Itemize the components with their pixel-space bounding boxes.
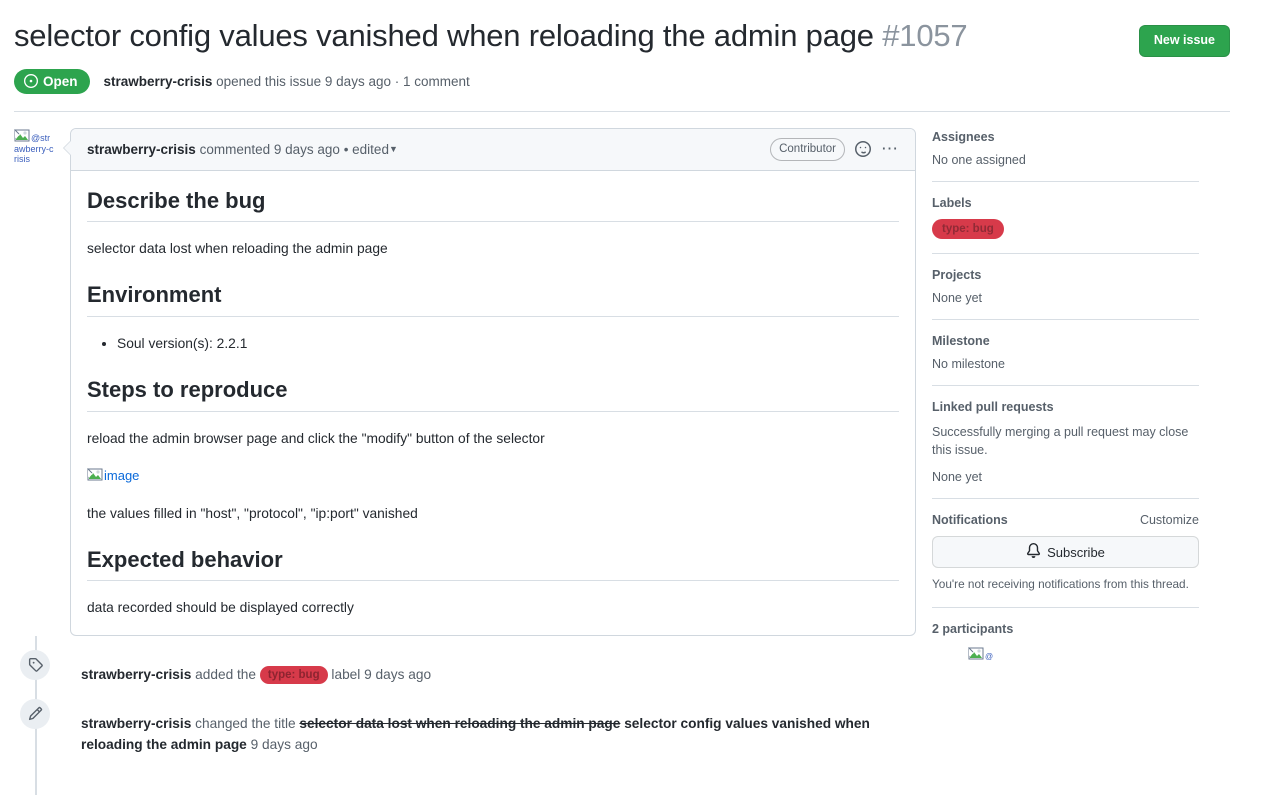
broken-image-glyph <box>968 646 984 662</box>
sidebar-heading-label: Milestone <box>932 333 990 348</box>
timeline-action-text: changed the title <box>195 715 296 731</box>
sidebar-heading-assignees[interactable]: Assignees <box>932 130 1199 144</box>
sidebar-heading-projects[interactable]: Projects <box>932 268 1199 282</box>
participant-avatar[interactable]: @p <box>968 646 994 672</box>
comment-body: Describe the bug selector data lost when… <box>71 171 915 635</box>
timeline-action-suffix: label 9 days ago <box>331 666 432 682</box>
issue-page: selector config values vanished when rel… <box>0 0 1283 798</box>
new-issue-button[interactable]: New issue <box>1138 25 1230 57</box>
sidebar-label-chip[interactable]: type: bug <box>932 218 1004 239</box>
status-badge: Open <box>14 68 90 94</box>
chevron-down-icon[interactable]: ▼ <box>389 144 398 154</box>
kebab-menu-icon[interactable]: ⋯ <box>881 140 899 157</box>
linked-prs-value: None yet <box>932 470 983 484</box>
sidebar-heading-linked-prs[interactable]: Linked pull requests <box>932 400 1199 414</box>
participants-count: 2 participants <box>932 622 1014 637</box>
sidebar-section-milestone: Milestone No milestone <box>932 334 1199 386</box>
issue-number: #1057 <box>882 18 968 53</box>
broken-image-icon: @strawberry-crisis <box>14 128 54 164</box>
page-title: selector config values vanished when rel… <box>14 16 968 56</box>
section-text-describe-the-bug: selector data lost when reloading the ad… <box>87 241 388 256</box>
broken-image-glyph <box>87 467 103 483</box>
comment-header-left: strawberry-crisis commented 9 days ago •… <box>87 142 398 157</box>
section-heading-steps-to-reproduce: Steps to reproduce <box>87 376 899 412</box>
section-text-expected-behavior: data recorded should be displayed correc… <box>87 600 354 616</box>
participant-avatar-list: @p <box>932 646 1199 672</box>
timeline-event-labeled: strawberry-crisis added the type: bug la… <box>20 636 916 685</box>
pencil-icon <box>20 698 50 729</box>
comment-block: @strawberry-crisis strawberry-crisis com… <box>14 127 916 636</box>
sidebar-heading-notifications: Notifications Customize <box>932 513 1199 527</box>
linked-prs-note: Successfully merging a pull request may … <box>932 424 1189 458</box>
broken-image-glyph <box>14 128 30 144</box>
title-row: selector config values vanished when rel… <box>14 16 1230 57</box>
section-text-steps-to-reproduce-2: the values filled in "host", "protocol",… <box>87 505 418 521</box>
smiley-icon[interactable] <box>855 141 871 157</box>
timeline-actor[interactable]: strawberry-crisis <box>81 667 191 682</box>
sidebar-heading-milestone[interactable]: Milestone <box>932 334 1199 348</box>
issue-meta-row: Open strawberry-crisis opened this issue… <box>14 68 1230 111</box>
environment-list: Soul version(s): 2.2.1 <box>87 333 899 354</box>
sidebar-heading-label: Projects <box>932 267 982 282</box>
issue-opened-text: opened this issue 9 days ago <box>216 73 391 89</box>
comment-edited-label[interactable]: • edited <box>344 142 389 157</box>
timeline-event-renamed: strawberry-crisis changed the title sele… <box>20 685 916 755</box>
timeline-event-text: strawberry-crisis added the type: bug la… <box>81 652 431 685</box>
sidebar-heading-label: Assignees <box>932 129 995 144</box>
comment-header-right: Contributor ⋯ <box>770 137 899 161</box>
timeline-action-text: added the <box>195 666 257 682</box>
broken-image-alt-text: image <box>104 468 140 484</box>
assignees-value: No one assigned <box>932 152 1026 167</box>
status-badge-label: Open <box>43 73 78 89</box>
subscribe-button[interactable]: Subscribe <box>932 536 1199 568</box>
issue-comment-count: 1 comment <box>402 73 470 89</box>
sidebar-section-assignees: Assignees No one assigned <box>932 130 1199 182</box>
timeline-actor[interactable]: strawberry-crisis <box>81 716 191 731</box>
sidebar-section-labels: Labels type: bug <box>932 196 1199 254</box>
label-chip[interactable]: type: bug <box>259 665 328 684</box>
customize-notifications-link[interactable]: Customize <box>1140 513 1199 527</box>
subscription-note: You're not receiving notifications from … <box>932 577 1189 591</box>
section-text-steps-to-reproduce: reload the admin browser page and click … <box>87 430 545 446</box>
comment-card: strawberry-crisis commented 9 days ago •… <box>63 127 916 636</box>
timeline-event-text: strawberry-crisis changed the title sele… <box>81 701 916 755</box>
issue-author-link[interactable]: strawberry-crisis <box>104 74 213 89</box>
bell-icon <box>1026 543 1041 561</box>
issue-title-text: selector config values vanished when rel… <box>14 18 874 53</box>
tag-icon <box>20 649 50 680</box>
subscribe-button-label: Subscribe <box>1047 544 1105 560</box>
broken-image-icon: @p <box>968 647 993 672</box>
comment-timestamp: commented 9 days ago <box>199 141 340 157</box>
sidebar-section-projects: Projects None yet <box>932 268 1199 320</box>
section-heading-expected-behavior: Expected behavior <box>87 546 899 582</box>
comment-author-link[interactable]: strawberry-crisis <box>87 142 196 157</box>
timeline-action-suffix: 9 days ago <box>250 737 318 753</box>
section-heading-describe-the-bug: Describe the bug <box>87 187 899 222</box>
issue-timeline: strawberry-crisis added the type: bug la… <box>20 635 916 796</box>
issue-main-column: @strawberry-crisis strawberry-crisis com… <box>14 127 916 796</box>
meta-separator: · <box>390 73 403 89</box>
sidebar-section-notifications: Notifications Customize Subscribe You're… <box>932 513 1199 609</box>
avatar[interactable]: @strawberry-crisis <box>14 128 54 168</box>
issue-header: selector config values vanished when rel… <box>0 0 1283 111</box>
sidebar-heading-label: Linked pull requests <box>932 399 1054 414</box>
issue-sidebar: Assignees No one assigned Labels type: b… <box>916 128 1199 756</box>
list-item: Soul version(s): 2.2.1 <box>117 333 899 354</box>
comment-header: strawberry-crisis commented 9 days ago •… <box>71 128 915 171</box>
issue-content: @strawberry-crisis strawberry-crisis com… <box>0 112 1283 796</box>
issue-open-icon <box>24 74 38 88</box>
sidebar-heading-label: Labels <box>932 195 972 210</box>
section-heading-environment: Environment <box>87 281 899 317</box>
sidebar-heading-labels[interactable]: Labels <box>932 196 1199 210</box>
author-association-badge: Contributor <box>770 137 845 161</box>
sidebar-section-participants: 2 participants @ <box>932 622 1199 686</box>
projects-value: None yet <box>932 290 983 305</box>
inline-broken-image[interactable]: image <box>87 466 139 486</box>
old-title-text: selector data lost when reloading the ad… <box>299 715 621 731</box>
milestone-value: No milestone <box>932 356 1005 371</box>
sidebar-heading-label: Notifications <box>932 513 1008 527</box>
broken-image-link[interactable]: image <box>87 465 899 486</box>
issue-meta-text: strawberry-crisis opened this issue 9 da… <box>104 74 470 89</box>
sidebar-section-linked-prs: Linked pull requests Successfully mergin… <box>932 400 1199 499</box>
